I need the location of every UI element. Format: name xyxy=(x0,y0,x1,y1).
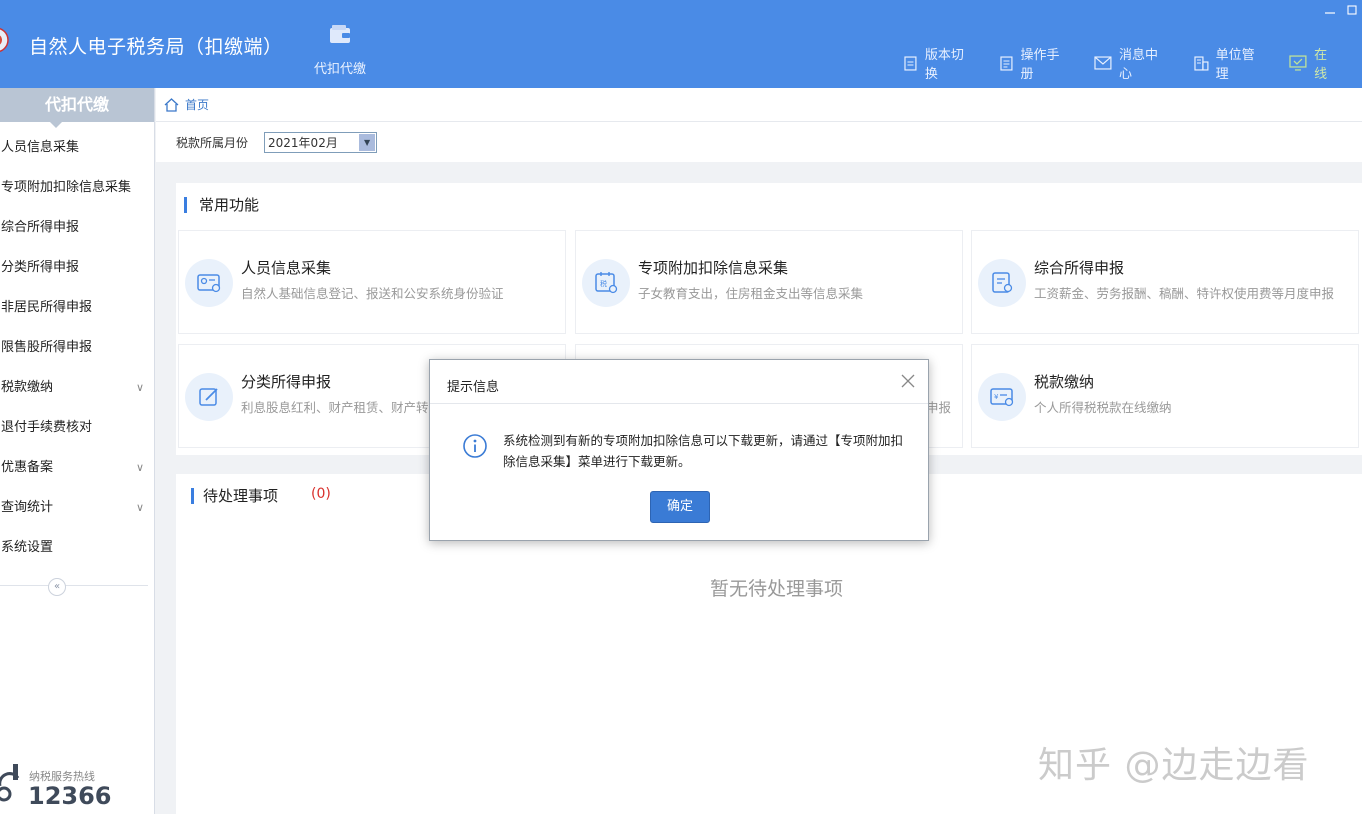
app-title: 自然人电子税务局（扣缴端） xyxy=(29,36,283,58)
dialog-title: 提示信息 xyxy=(447,380,500,395)
close-icon[interactable] xyxy=(900,373,916,389)
card-title: 人员信息采集 xyxy=(241,259,332,277)
card-special-deduction[interactable]: 税 专项附加扣除信息采集 子女教育支出，住房租金支出等信息采集 xyxy=(575,230,963,334)
card-desc: 工资薪金、劳务报酬、稿酬、特许权使用费等月度申报 xyxy=(1034,286,1335,301)
collapse-sidebar-button[interactable]: « xyxy=(48,578,66,596)
chevron-down-icon: ∨ xyxy=(135,461,144,474)
restore-icon[interactable] xyxy=(1346,4,1358,16)
version-switch-link[interactable]: 版本切换 xyxy=(903,44,977,82)
sidebar-item-label: 人员信息采集 xyxy=(1,140,80,155)
manual-label: 操作手册 xyxy=(1020,48,1060,82)
message-center-link[interactable]: 消息中心 xyxy=(1094,44,1171,82)
sidebar-title: 代扣代缴 xyxy=(0,88,154,128)
card-comprehensive-income[interactable]: 综合所得申报 工资薪金、劳务报酬、稿酬、特许权使用费等月度申报 xyxy=(971,230,1359,334)
sidebar-item-personnel-info[interactable]: 人员信息采集 xyxy=(0,128,154,168)
info-dialog: 提示信息 系统检测到有新的专项附加扣除信息可以下载更新，请通过【专项附加扣除信息… xyxy=(429,359,929,541)
sidebar-item-label: 综合所得申报 xyxy=(1,220,80,235)
chevron-down-icon: ∨ xyxy=(135,501,144,514)
card-title: 税款缴纳 xyxy=(1034,373,1095,391)
svg-text:¥: ¥ xyxy=(994,393,999,401)
common-functions-title: 常用功能 xyxy=(184,197,259,213)
sidebar: 代扣代缴 人员信息采集 专项附加扣除信息采集 综合所得申报 分类所得申报 非居民… xyxy=(0,88,155,814)
breadcrumb: 首页 xyxy=(156,88,1362,122)
watermark: 知乎 @边走边看 xyxy=(1038,745,1310,786)
sidebar-item-comprehensive-income[interactable]: 综合所得申报 xyxy=(0,208,154,248)
breadcrumb-home[interactable]: 首页 xyxy=(185,96,209,113)
period-value: 2021年02月 xyxy=(268,135,338,150)
unit-management-link[interactable]: 单位管理 xyxy=(1193,44,1268,82)
sidebar-item-restricted-stock[interactable]: 限售股所得申报 xyxy=(0,328,154,368)
sidebar-item-fee-refund[interactable]: 退付手续费核对 xyxy=(0,408,154,448)
monitor-icon xyxy=(1289,55,1307,71)
mail-icon xyxy=(1094,56,1112,70)
sidebar-item-label: 查询统计 xyxy=(1,500,54,515)
card-personnel-info[interactable]: 人员信息采集 自然人基础信息登记、报送和公安系统身份验证 xyxy=(178,230,566,334)
document-icon xyxy=(904,55,917,71)
sidebar-item-label: 退付手续费核对 xyxy=(1,420,93,435)
sidebar-item-label: 优惠备案 xyxy=(1,460,54,475)
card-title: 专项附加扣除信息采集 xyxy=(638,259,789,277)
chevron-down-icon: ∨ xyxy=(135,381,144,394)
tax-calendar-icon: 税 xyxy=(582,259,630,307)
building-icon xyxy=(1194,56,1209,71)
sidebar-item-special-deduction[interactable]: 专项附加扣除信息采集 xyxy=(0,168,154,208)
sidebar-item-nonresident-income[interactable]: 非居民所得申报 xyxy=(0,288,154,328)
id-card-icon xyxy=(185,259,233,307)
home-icon xyxy=(164,97,179,112)
card-desc: 子女教育支出，住房租金支出等信息采集 xyxy=(638,286,864,301)
top-links: 版本切换 操作手册 消息中心 单位管理 在线 xyxy=(903,44,1362,82)
sidebar-item-label: 限售股所得申报 xyxy=(1,340,93,355)
hotline-banner: 纳税服务热线 12366 xyxy=(0,764,154,814)
window-controls xyxy=(1324,4,1358,16)
manual-icon xyxy=(999,55,1013,71)
nav-module-label: 代扣代缴 xyxy=(313,62,366,77)
sidebar-item-system-settings[interactable]: 系统设置 xyxy=(0,528,154,568)
edit-icon xyxy=(185,373,233,421)
dialog-header: 提示信息 xyxy=(430,360,928,404)
dialog-message: 系统检测到有新的专项附加扣除信息可以下载更新，请通过【专项附加扣除信息采集】菜单… xyxy=(503,433,904,469)
card-title: 综合所得申报 xyxy=(1034,259,1125,277)
ok-button[interactable]: 确定 xyxy=(650,491,710,523)
hotline-number: 12366 xyxy=(28,782,112,810)
period-label: 税款所属月份 xyxy=(176,135,249,150)
sidebar-item-classified-income[interactable]: 分类所得申报 xyxy=(0,248,154,288)
card-tax-payment[interactable]: ¥ 税款缴纳 个人所得税税款在线缴纳 xyxy=(971,344,1359,448)
pending-count: (0) xyxy=(311,486,331,502)
sidebar-item-label: 税款缴纳 xyxy=(1,380,54,395)
unit-management-label: 单位管理 xyxy=(1215,48,1255,82)
pending-empty-message: 暂无待处理事项 xyxy=(710,578,844,600)
pending-title: 待处理事项 xyxy=(191,488,278,504)
card-desc: 申报 xyxy=(926,400,952,415)
manual-link[interactable]: 操作手册 xyxy=(999,44,1073,82)
headset-icon xyxy=(0,764,20,802)
sidebar-item-label: 系统设置 xyxy=(1,540,54,555)
sidebar-item-label: 专项附加扣除信息采集 xyxy=(1,180,132,195)
sidebar-item-tax-payment[interactable]: 税款缴纳 ∨ xyxy=(0,368,154,408)
dropdown-arrow-icon[interactable]: ▼ xyxy=(359,133,376,151)
card-title: 分类所得申报 xyxy=(241,373,332,391)
report-icon xyxy=(978,259,1026,307)
online-label: 在线 xyxy=(1314,48,1328,82)
period-select[interactable]: 2021年02月 ▼ xyxy=(264,131,378,153)
version-switch-label: 版本切换 xyxy=(924,48,964,82)
sidebar-item-preferential-filing[interactable]: 优惠备案 ∨ xyxy=(0,448,154,488)
nav-module-withholding[interactable]: 代扣代缴 xyxy=(308,22,372,77)
minimize-icon[interactable] xyxy=(1324,4,1336,16)
sidebar-item-label: 分类所得申报 xyxy=(1,260,80,275)
sidebar-item-label: 非居民所得申报 xyxy=(1,300,93,315)
tax-emblem-icon xyxy=(0,27,9,53)
period-bar: 税款所属月份 2021年02月 ▼ xyxy=(156,122,1362,162)
online-link[interactable]: 在线 xyxy=(1289,44,1340,82)
app-header: 自然人电子税务局（扣缴端） 代扣代缴 版本切换 操作手册 消息中心 单位管理 在… xyxy=(0,0,1362,88)
svg-text:税: 税 xyxy=(600,279,607,288)
sidebar-item-query-stats[interactable]: 查询统计 ∨ xyxy=(0,488,154,528)
sidebar-menu: 人员信息采集 专项附加扣除信息采集 综合所得申报 分类所得申报 非居民所得申报 … xyxy=(0,128,154,568)
wallet-icon xyxy=(330,25,350,43)
card-desc: 个人所得税税款在线缴纳 xyxy=(1034,400,1172,415)
info-icon xyxy=(463,434,487,458)
message-center-label: 消息中心 xyxy=(1119,48,1159,82)
payment-icon: ¥ xyxy=(978,373,1026,421)
sidebar-divider xyxy=(0,585,148,586)
card-desc: 自然人基础信息登记、报送和公安系统身份验证 xyxy=(241,286,504,301)
